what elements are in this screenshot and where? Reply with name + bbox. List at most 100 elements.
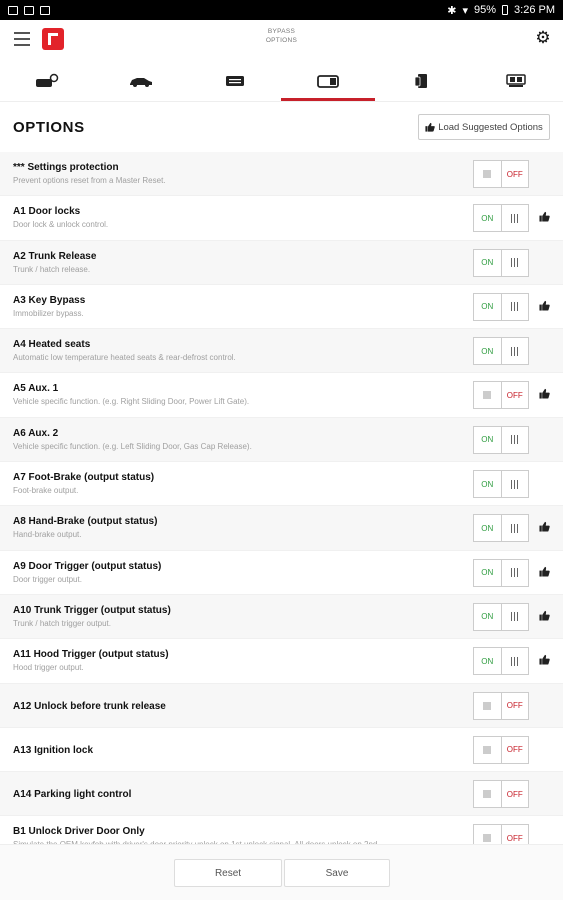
option-title: A7 Foot-Brake (output status) [13,472,155,484]
option-toggle[interactable]: ON [473,558,529,587]
option-toggle[interactable]: ON [473,470,529,499]
grip-icon [511,656,519,666]
toggle-handle [473,381,502,410]
wifi-icon: ▾ [462,4,468,17]
toggle-state-label: ON [473,602,502,631]
toggle-grip [501,470,529,499]
app-bar: BYPASS OPTIONS ⚙ [0,20,563,60]
option-row: A1 Door locks Door lock & unlock control.… [0,196,563,241]
toggle-grip [501,558,529,587]
reset-button[interactable]: Reset [174,859,282,887]
toggle-state-label: ON [473,204,502,233]
toggle-grip [501,514,529,543]
gear-icon[interactable]: ⚙ [535,29,551,46]
option-row: A12 Unlock before trunk release OFF [0,683,563,728]
option-row: A9 Door Trigger (output status) Door trig… [0,551,563,595]
option-toggle[interactable]: ON [473,292,529,321]
toggle-handle [473,160,502,188]
option-description: Foot-brake output. [13,486,79,496]
footer-bar: Reset Save [0,844,563,900]
option-title: A4 Heated seats [13,339,91,351]
tab-remote-starter[interactable] [0,60,94,101]
option-toggle[interactable]: ON [473,204,529,233]
handle-icon [483,701,492,710]
tab-vehicle[interactable] [94,60,188,101]
thumbs-up-icon [539,300,550,311]
grip-icon [511,258,519,268]
option-toggle[interactable]: ON [473,514,529,543]
option-title: A10 Trunk Trigger (output status) [13,604,171,616]
option-toggle[interactable]: ON [473,337,529,366]
handle-icon [483,745,492,754]
option-row: A8 Hand-Brake (output status) Hand-brake … [0,506,563,551]
toggle-grip [501,647,529,676]
module-icon [225,75,244,86]
option-description: Door trigger output. [13,574,82,584]
option-toggle[interactable]: OFF [473,780,529,809]
option-title: A1 Door locks [13,206,81,218]
option-title: A3 Key Bypass [13,294,86,306]
option-description: Prevent options reset from a Master Rese… [13,176,166,185]
option-title: B1 Unlock Driver Door Only [13,826,145,838]
toggle-state-label: ON [473,647,502,676]
option-title: *** Settings protection [13,162,119,173]
option-row: B1 Unlock Driver Door OnlySimulate the O… [0,816,563,844]
toggle-state-label: OFF [501,735,529,764]
remote-starter-icon [35,73,59,87]
toggle-grip [501,602,529,631]
option-row: A7 Foot-Brake (output status) Foot-brake … [0,462,563,507]
toggle-state-label: OFF [501,780,529,809]
option-description: Immobilizer bypass. [13,308,84,318]
option-title: A5 Aux. 1 [13,383,59,395]
grip-icon [511,213,519,223]
notification-icon [8,5,18,15]
accessory-icon [506,73,526,87]
option-toggle[interactable]: ON [473,647,529,676]
option-toggle[interactable]: OFF [473,824,529,844]
toggle-handle [473,735,502,764]
toggle-grip [501,248,529,277]
toggle-state-label: ON [473,292,502,321]
options-header: OPTIONS Load Suggested Options [0,102,563,152]
option-title: A12 Unlock before trunk release [13,700,166,712]
toggle-state-label: ON [473,248,502,277]
option-toggle[interactable]: ON [473,425,529,454]
options-list: *** Settings protection Prevent options r… [0,152,563,844]
grip-icon [511,612,519,622]
option-toggle[interactable]: ON [473,248,529,277]
option-row: A4 Heated seats Automatic low temperature… [0,329,563,374]
thumbs-up-icon [539,522,550,532]
option-title: A2 Trunk Release [13,250,97,262]
tab-bypass-options[interactable] [281,60,376,101]
option-toggle[interactable]: OFF [473,381,529,410]
option-toggle[interactable]: OFF [473,735,529,764]
toggle-state-label: ON [473,558,502,587]
option-row: A13 Ignition lock OFF [0,728,563,773]
tab-module[interactable] [188,60,282,101]
toggle-state-label: OFF [501,160,529,188]
toggle-handle [473,691,502,720]
option-description: Hand-brake output. [13,530,82,540]
option-row: A14 Parking light control OFF [0,772,563,817]
clock: 3:26 PM [514,4,555,16]
option-toggle[interactable]: OFF [473,691,529,720]
option-description: Vehicle specific function. (e.g. Left Sl… [13,441,252,451]
tab-phone-device[interactable] [375,60,469,101]
bypass-options-icon [317,74,340,88]
handle-icon [483,834,492,843]
option-toggle[interactable]: OFF [473,160,529,188]
option-description: Automatic low temperature heated seats &… [13,353,236,363]
toggle-state-label: OFF [501,691,529,720]
grip-icon [511,302,519,312]
save-button[interactable]: Save [284,859,390,887]
option-toggle[interactable]: ON [473,602,529,631]
toggle-state-label: ON [473,337,502,366]
option-row: A2 Trunk Release Trunk / hatch release. ON [0,240,563,285]
option-description: Door lock & unlock control. [13,220,109,230]
option-row: *** Settings protection Prevent options r… [0,152,563,197]
load-suggested-options-button[interactable]: Load Suggested Options [418,114,550,140]
thumbs-up-icon [539,389,550,400]
tab-accessory[interactable] [469,60,563,101]
phone-device-icon [414,73,428,88]
toggle-state-label: ON [473,514,502,543]
